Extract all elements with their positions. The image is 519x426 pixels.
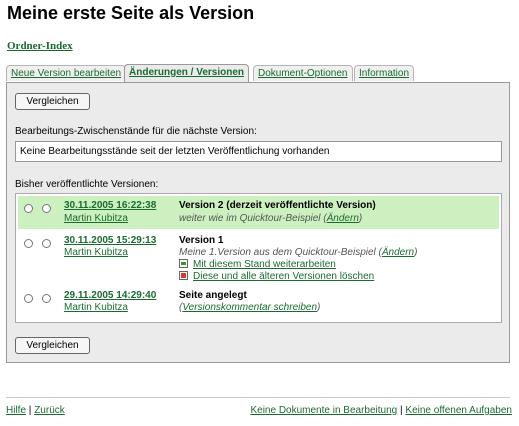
write-comment-link[interactable]: Versionskommentar schreiben (182, 302, 317, 313)
edit-comment-link[interactable]: Ändern (327, 213, 359, 224)
version-comment-text: weiter wie im Quicktour-Beispiel (179, 213, 321, 224)
version-date-link[interactable]: 30.11.2005 15:29:13 (64, 235, 156, 246)
version-title: Seite angelegt (179, 290, 247, 301)
version-row: 30.11.2005 16:22:38 Martin Kubitza Versi… (18, 196, 499, 229)
tab-new-version[interactable]: Neue Version bearbeiten (6, 65, 127, 81)
footer-divider (6, 397, 510, 398)
continue-icon (179, 259, 188, 268)
footer-left: Hilfe | Zurück (6, 405, 65, 416)
version-author-link[interactable]: Martin Kubitza (64, 302, 128, 313)
drafts-field: Keine Bearbeitungsstände seit der letzte… (15, 141, 502, 162)
footer-right: Keine Dokumente in Bearbeitung | Keine o… (250, 405, 512, 416)
drafts-label: Bearbeitungs-Zwischenstände für die näch… (15, 126, 257, 137)
version-row: 29.11.2005 14:29:40 Martin Kubitza Seite… (18, 286, 499, 318)
no-documents-link[interactable]: Keine Dokumente in Bearbeitung (250, 405, 397, 416)
compare-radio-to[interactable] (42, 294, 51, 303)
version-title: Version 2 (derzeit veröffentlichte Versi… (179, 200, 376, 211)
versions-panel: Vergleichen Bearbeitungs-Zwischenstände … (6, 82, 510, 363)
compare-radio-to[interactable] (42, 239, 51, 248)
edit-comment-link[interactable]: Ändern (382, 247, 414, 258)
compare-radio-from[interactable] (24, 204, 33, 213)
tab-changes-versions[interactable]: Änderungen / Versionen (124, 64, 250, 82)
page-title: Meine erste Seite als Version (7, 3, 255, 23)
footer-separator: | (400, 405, 403, 416)
footer-separator: | (28, 405, 32, 416)
compare-radio-from[interactable] (24, 294, 33, 303)
version-date-link[interactable]: 30.11.2005 16:22:38 (64, 200, 156, 211)
published-versions-label: Bisher veröffentlichte Versionen: (15, 179, 159, 190)
versions-list: 30.11.2005 16:22:38 Martin Kubitza Versi… (15, 193, 502, 323)
version-date-link[interactable]: 29.11.2005 14:29:40 (64, 290, 156, 301)
version-row: 30.11.2005 15:29:13 Martin Kubitza Versi… (18, 231, 499, 282)
tab-information[interactable]: Information (354, 65, 415, 81)
delete-versions-link[interactable]: Diese und alle älteren Versionen löschen (193, 271, 374, 282)
compare-button-bottom[interactable]: Vergleichen (15, 337, 90, 354)
delete-icon (179, 271, 188, 280)
version-title: Version 1 (179, 235, 224, 246)
tab-document-options[interactable]: Dokument-Optionen (253, 65, 353, 81)
help-link[interactable]: Hilfe (6, 405, 26, 416)
version-comment: Meine 1.Version aus dem Quicktour-Beispi… (179, 247, 418, 258)
version-comment-text: Meine 1.Version aus dem Quicktour-Beispi… (179, 247, 376, 258)
continue-action: Mit diesem Stand weiterarbeiten (179, 259, 336, 270)
version-author-link[interactable]: Martin Kubitza (64, 213, 128, 224)
folder-index-link[interactable]: Ordner-Index (7, 40, 73, 52)
delete-action: Diese und alle älteren Versionen löschen (179, 271, 374, 282)
version-comment: (Versionskommentar schreiben) (179, 302, 321, 313)
no-tasks-link[interactable]: Keine offenen Aufgaben (405, 405, 512, 416)
version-comment: weiter wie im Quicktour-Beispiel (Ändern… (179, 213, 363, 224)
compare-radio-to[interactable] (42, 204, 51, 213)
version-author-link[interactable]: Martin Kubitza (64, 247, 128, 258)
continue-from-version-link[interactable]: Mit diesem Stand weiterarbeiten (193, 259, 336, 270)
back-link[interactable]: Zurück (34, 405, 65, 416)
compare-button-top[interactable]: Vergleichen (15, 93, 90, 110)
compare-radio-from[interactable] (24, 239, 33, 248)
